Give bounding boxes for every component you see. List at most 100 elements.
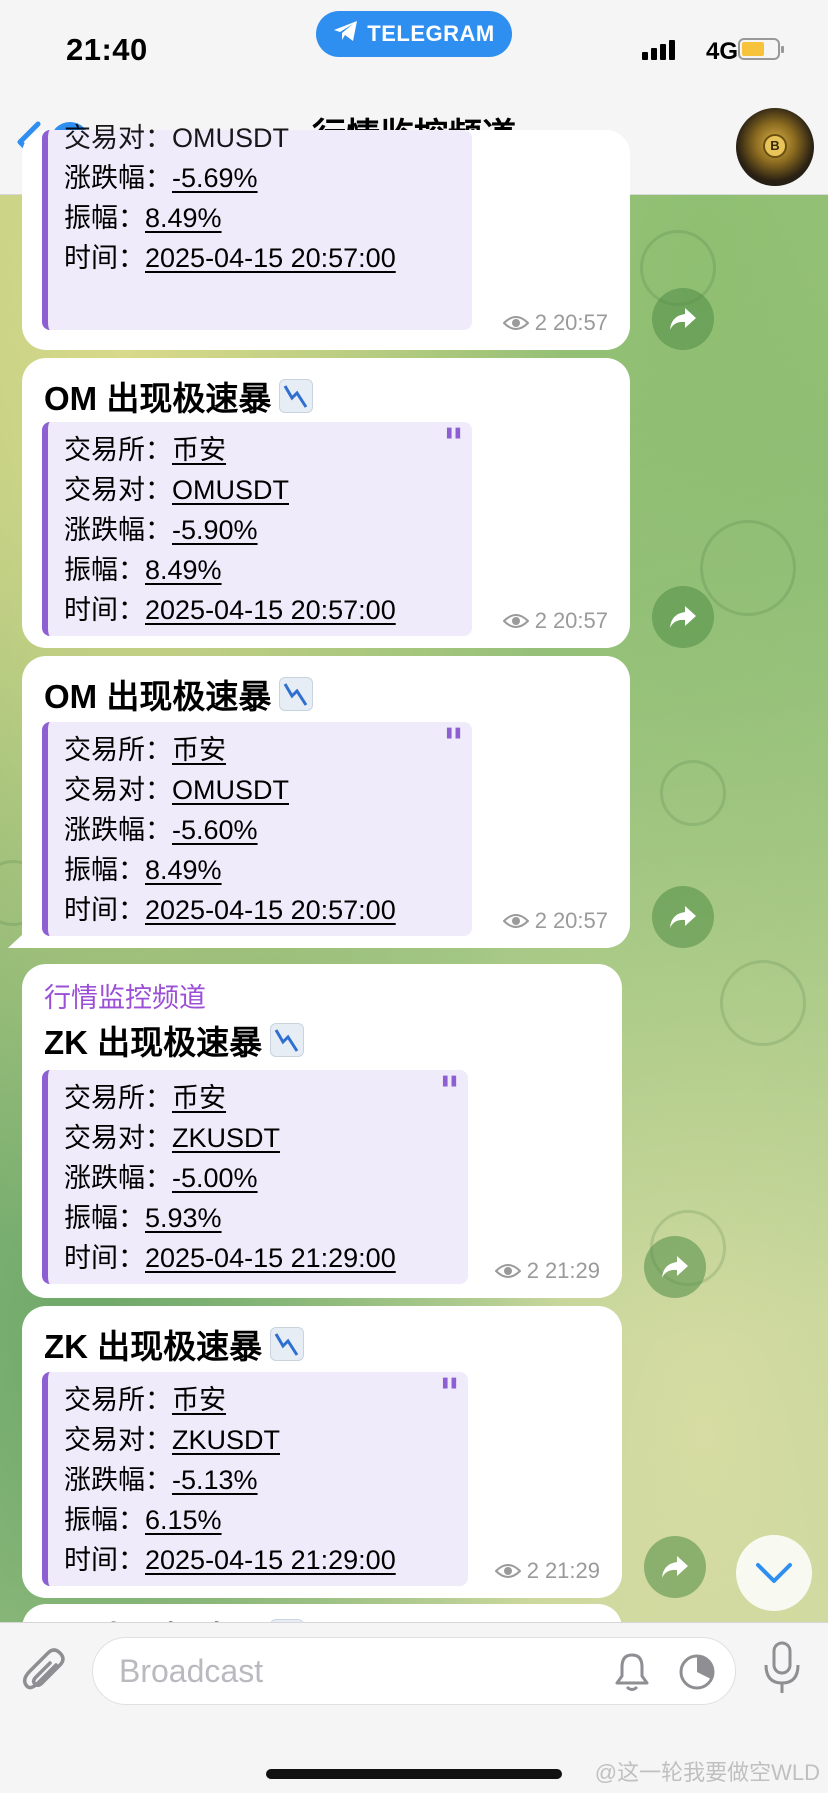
battery-icon [738,38,784,60]
chart-decreasing-icon [270,1023,305,1057]
telegram-pill[interactable]: TELEGRAM [316,11,512,57]
quote-row-amplitude: 振幅：8.49% [64,555,222,585]
eye-icon [502,914,529,928]
time-value[interactable]: 2025-04-15 20:57:00 [145,595,396,625]
quote-row-time: 时间：2025-04-15 21:29:00 [64,1243,396,1273]
sender-channel-name[interactable]: 行情监控频道 [44,976,206,1015]
quote-row-amplitude: 振幅：5.93% [64,1203,222,1233]
forward-button[interactable] [644,1536,706,1598]
chevron-down-icon [756,1563,792,1583]
view-count: 2 [534,908,547,933]
paper-plane-icon [333,20,359,48]
share-arrow-icon [670,906,696,928]
pair-value[interactable]: ZKUSDT [172,1123,280,1153]
quote-icon: " [439,1370,460,1417]
exchange-value[interactable]: 币安 [172,1083,226,1113]
eye-icon [494,1564,521,1578]
composer-bar: Broadcast @这一轮我要做空WLD [0,1622,828,1793]
exchange-value[interactable]: 币安 [172,435,226,465]
quote-row-pair: 交易对：OMUSDT [64,475,289,505]
view-count: 2 [534,310,547,335]
message-title: OM 出现极速暴 [44,372,314,420]
forward-button[interactable] [652,886,714,948]
paperclip-icon [22,1648,65,1690]
eye-icon [502,614,529,628]
message-bubble[interactable]: ZK 出现极速暴 " 交易所：币安 交易对：ZKUSDT 涨跌幅：-5.13% … [22,1306,622,1598]
amplitude-value[interactable]: 8.49% [145,555,222,585]
quote-row-change: 涨跌幅：-5.60% [64,815,258,845]
message-input-placeholder: Broadcast [119,1653,264,1689]
time-value[interactable]: 2025-04-15 20:57:00 [145,243,396,273]
quote-row-time: 时间：2025-04-15 21:29:00 [64,1545,396,1575]
quote-block: " 交易所：币安 交易对：ZKUSDT 涨跌幅：-5.13% 振幅：6.15% … [42,1372,468,1586]
quote-row-pair: 交易对：ZKUSDT [64,1425,280,1455]
timer-button[interactable] [677,1652,717,1697]
quote-block: 交易对：OMUSDT 涨跌幅：-5.69% 振幅：8.49% 时间：2025-0… [42,123,472,330]
message-meta: 2 20:57 [502,608,608,634]
change-value[interactable]: -5.13% [172,1465,258,1495]
eye-icon [502,316,529,330]
share-arrow-icon [670,308,696,330]
pair-value[interactable]: ZKUSDT [172,1425,280,1455]
quote-icon: " [443,420,464,467]
amplitude-value[interactable]: 8.49% [145,203,222,233]
quote-row-exchange: 交易所：币安 [64,1385,226,1415]
pair-value[interactable]: OMUSDT [172,775,289,805]
message-meta: 2 21:29 [494,1558,600,1584]
timer-icon [679,1654,715,1690]
share-arrow-icon [670,606,696,628]
forward-button[interactable] [652,586,714,648]
time-value[interactable]: 2025-04-15 21:29:00 [145,1545,396,1575]
message-bubble[interactable]: OM 出现极速暴 " 交易所：币安 交易对：OMUSDT 涨跌幅：-5.60% … [8,656,630,948]
message-time: 20:57 [552,608,608,633]
quote-row-change: 涨跌幅：-5.90% [64,515,258,545]
status-bar: 21:40 TELEGRAM 4G [0,0,828,100]
time-value[interactable]: 2025-04-15 20:57:00 [145,895,396,925]
quote-block: " 交易所：币安 交易对：OMUSDT 涨跌幅：-5.60% 振幅：8.49% … [42,722,472,936]
notification-bell-button[interactable] [613,1652,651,1697]
home-indicator [266,1769,562,1779]
quote-row-exchange: 交易所：币安 [64,435,226,465]
message-meta: 2 20:57 [502,310,608,336]
chart-decreasing-icon [279,379,314,413]
forward-button[interactable] [652,288,714,350]
message-meta: 2 20:57 [502,908,608,934]
message-bubble[interactable]: OM 出现极速暴 " 交易所：币安 交易对：OMUSDT 涨跌幅：-5.90% … [22,358,630,648]
message-bubble[interactable]: 交易对：OMUSDT 涨跌幅：-5.69% 振幅：8.49% 时间：2025-0… [22,123,630,350]
amplitude-value[interactable]: 5.93% [145,1203,222,1233]
message-meta: 2 21:29 [494,1258,600,1284]
voice-button[interactable] [762,1641,802,1702]
quote-row-time: 时间：2025-04-15 20:57:00 [64,595,396,625]
watermark: @这一轮我要做空WLD [594,1760,820,1785]
forward-button[interactable] [644,1236,706,1298]
amplitude-value[interactable]: 8.49% [145,855,222,885]
message-time: 21:29 [544,1258,600,1283]
network-type: 4G [706,38,739,65]
quote-row-time: 时间：2025-04-15 20:57:00 [64,895,396,925]
clock: 21:40 [66,32,148,67]
chart-decreasing-icon [270,1327,305,1361]
quote-row-pair: 交易对：ZKUSDT [64,1123,280,1153]
channel-avatar[interactable]: B [736,108,814,186]
pair-value[interactable]: OMUSDT [172,475,289,505]
exchange-value[interactable]: 币安 [172,1385,226,1415]
telegram-pill-label: TELEGRAM [367,21,495,46]
message-time: 20:57 [552,310,608,335]
change-value[interactable]: -5.60% [172,815,258,845]
change-value[interactable]: -5.00% [172,1163,258,1193]
exchange-value[interactable]: 币安 [172,735,226,765]
quote-row-exchange: 交易所：币安 [64,735,226,765]
scroll-to-bottom-button[interactable] [736,1535,812,1611]
change-value[interactable]: -5.90% [172,515,258,545]
change-value[interactable]: -5.69% [172,163,258,193]
quote-row-exchange: 交易所：币安 [64,1083,226,1113]
message-time: 20:57 [552,908,608,933]
quote-row-amplitude: 振幅：6.15% [64,1505,222,1535]
message-bubble[interactable]: 行情监控频道 ZK 出现极速暴 " 交易所：币安 交易对：ZKUSDT 涨跌幅：… [22,964,622,1298]
attach-button[interactable] [20,1647,68,1704]
view-count: 2 [534,608,547,633]
time-value[interactable]: 2025-04-15 21:29:00 [145,1243,396,1273]
message-input[interactable]: Broadcast [92,1637,736,1705]
quote-block: " 交易所：币安 交易对：ZKUSDT 涨跌幅：-5.00% 振幅：5.93% … [42,1070,468,1284]
amplitude-value[interactable]: 6.15% [145,1505,222,1535]
